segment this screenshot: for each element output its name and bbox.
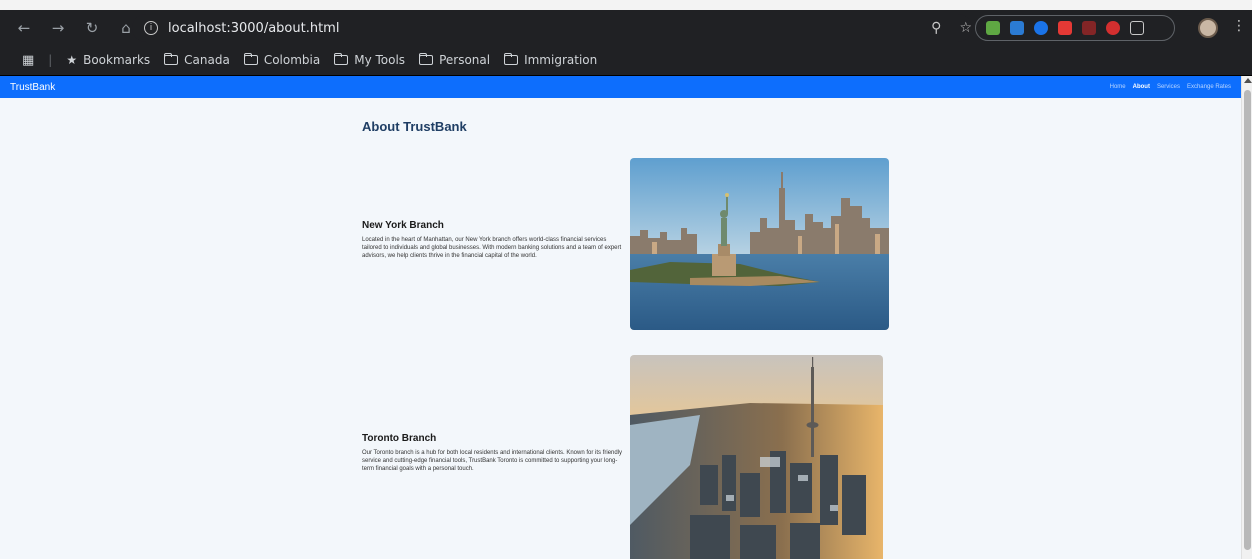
nav-link-about[interactable]: About	[1133, 84, 1150, 90]
tab-strip	[0, 0, 1252, 10]
address-bar[interactable]: i localhost:3000/about.html	[132, 14, 972, 42]
bookmarks-bar: ▦ | ★ Bookmarks Canada Colombia My Tools…	[0, 46, 1252, 74]
bookmark-bookmarks[interactable]: ★ Bookmarks	[66, 53, 150, 67]
scroll-thumb[interactable]	[1244, 90, 1251, 550]
bookmark-label: Colombia	[263, 53, 321, 67]
browser-toolbar: ← → ↻ ⌂ i localhost:3000/about.html ⚲ ☆ …	[0, 10, 1252, 46]
branch-title-toronto: Toronto Branch	[362, 433, 437, 444]
bookmark-immigration[interactable]: Immigration	[504, 53, 597, 67]
bookmarks-divider: |	[48, 53, 53, 67]
site-nav-links: Home About Services Exchange Rates	[1110, 84, 1231, 90]
extensions-puzzle-icon[interactable]	[1130, 21, 1144, 35]
bookmark-personal[interactable]: Personal	[419, 53, 490, 67]
extension-icon[interactable]	[1106, 21, 1120, 35]
star-icon: ★	[66, 53, 78, 67]
extension-icon[interactable]	[1082, 21, 1096, 35]
bookmark-canada[interactable]: Canada	[164, 53, 230, 67]
new-york-skyline-image	[630, 158, 889, 330]
apps-grid-icon[interactable]: ▦	[22, 53, 34, 68]
back-icon[interactable]: ←	[10, 14, 38, 42]
page-title: About TrustBank	[362, 119, 467, 134]
nav-link-services[interactable]: Services	[1157, 84, 1180, 90]
page-scrollbar[interactable]	[1241, 76, 1252, 559]
extension-icon[interactable]	[986, 21, 1000, 35]
nav-link-exchange-rates[interactable]: Exchange Rates	[1187, 84, 1231, 90]
bookmark-label: Canada	[184, 53, 230, 67]
nav-link-home[interactable]: Home	[1110, 84, 1126, 90]
bookmark-star-icon[interactable]: ☆	[959, 20, 972, 36]
folder-icon	[334, 53, 349, 65]
address-bar-url[interactable]: localhost:3000/about.html	[168, 21, 339, 36]
site-navbar: TrustBank Home About Services Exchange R…	[0, 76, 1241, 98]
bookmark-label: My Tools	[354, 53, 406, 67]
folder-icon	[243, 53, 258, 65]
bookmark-colombia[interactable]: Colombia	[243, 53, 321, 67]
bookmark-label: Personal	[439, 53, 491, 67]
folder-icon	[164, 53, 179, 65]
extension-icon[interactable]	[1034, 21, 1048, 35]
browser-menu-icon[interactable]: ⋮	[1232, 18, 1246, 34]
extension-icon[interactable]	[1010, 21, 1024, 35]
bookmark-my-tools[interactable]: My Tools	[334, 53, 405, 67]
bookmark-label: Bookmarks	[83, 53, 151, 67]
zoom-icon[interactable]: ⚲	[931, 20, 941, 36]
forward-icon[interactable]: →	[44, 14, 72, 42]
toronto-skyline-image	[630, 355, 883, 559]
profile-avatar[interactable]	[1198, 18, 1218, 38]
branch-description-toronto: Our Toronto branch is a hub for both loc…	[362, 450, 623, 472]
folder-icon	[504, 53, 519, 65]
branch-title-new-york: New York Branch	[362, 220, 444, 231]
site-brand[interactable]: TrustBank	[10, 82, 55, 93]
scroll-up-arrow-icon[interactable]	[1244, 78, 1252, 83]
bookmark-label: Immigration	[524, 53, 598, 67]
extension-icon[interactable]	[1058, 21, 1072, 35]
folder-icon	[419, 53, 434, 65]
reload-icon[interactable]: ↻	[78, 14, 106, 42]
site-info-icon[interactable]: i	[144, 21, 158, 35]
browser-chrome: ← → ↻ ⌂ i localhost:3000/about.html ⚲ ☆ …	[0, 0, 1252, 76]
branch-description-new-york: Located in the heart of Manhattan, our N…	[362, 237, 622, 259]
extensions-area	[975, 15, 1175, 41]
